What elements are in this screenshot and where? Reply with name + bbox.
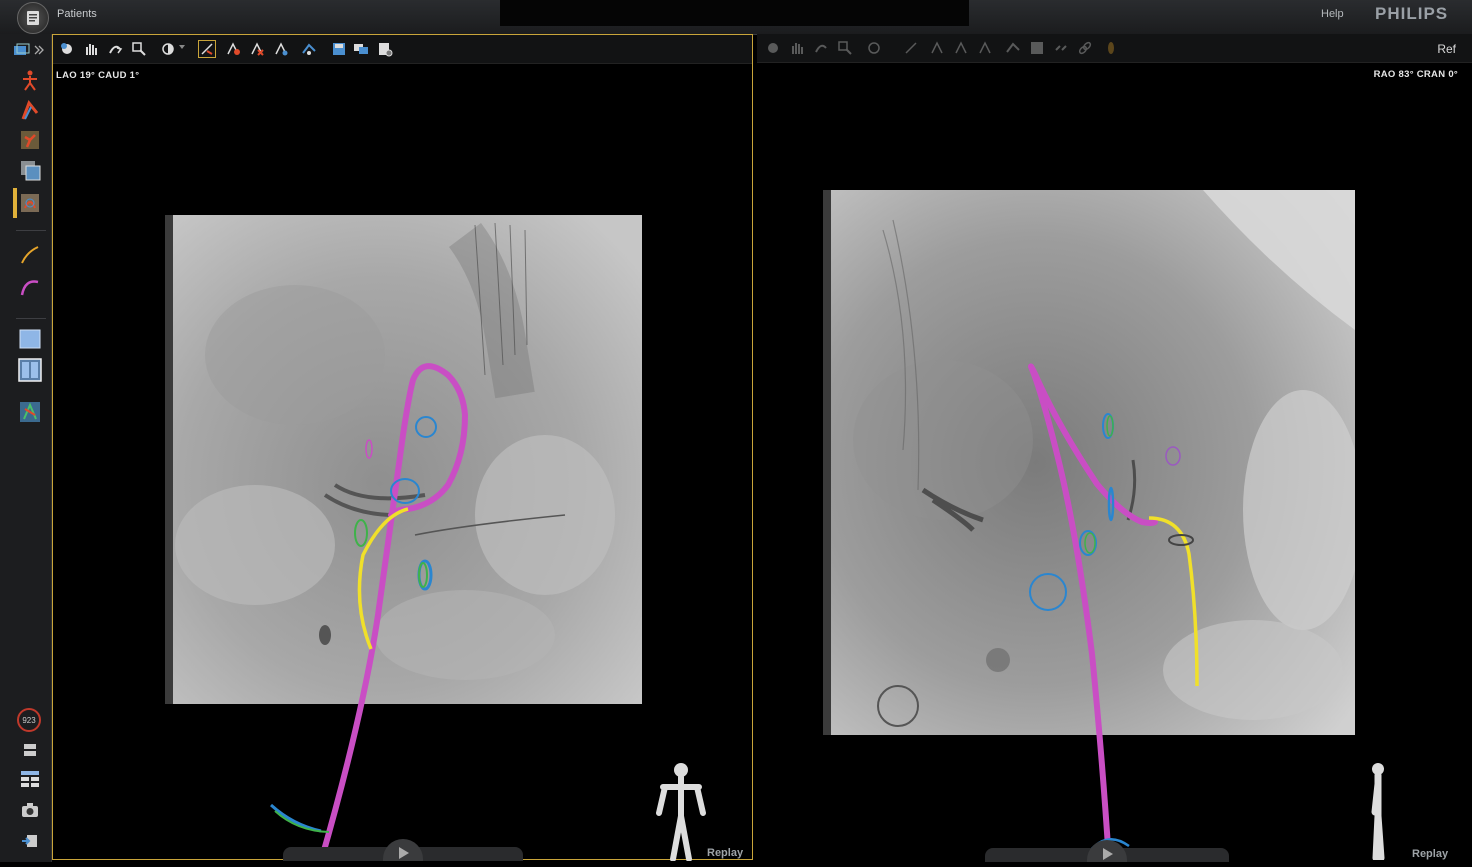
play-button[interactable] — [1087, 840, 1127, 862]
image-overlay-icon[interactable] — [18, 158, 42, 182]
device-overlay — [269, 363, 469, 861]
tool-sidebar: 923 — [0, 34, 52, 862]
run-figure-icon[interactable] — [18, 128, 42, 152]
help-link[interactable]: Help — [1321, 8, 1344, 20]
draw-line-icon[interactable] — [18, 243, 42, 267]
marker-ring — [415, 416, 437, 438]
dose-counter: 923 — [17, 708, 41, 732]
anatomy-figure-icon[interactable] — [18, 68, 42, 92]
reconstruct-3d-icon[interactable] — [18, 400, 42, 424]
replay-label[interactable]: Replay — [707, 847, 743, 859]
marker-ring — [269, 803, 322, 833]
title-area — [500, 0, 969, 26]
patient-orientation-figure — [1363, 760, 1393, 865]
patients-link[interactable]: Patients — [57, 8, 97, 20]
layers-icon[interactable] — [10, 38, 34, 62]
catheter-path — [1028, 363, 1158, 862]
top-bar: Patients Help PHILIPS — [0, 0, 1472, 35]
marker-ring — [1165, 446, 1181, 466]
3d-roadmap-icon[interactable] — [18, 191, 42, 215]
left-viewport[interactable]: LAO 19° CAUD 1° Replay — [52, 34, 753, 862]
replay-label[interactable]: Replay — [1412, 848, 1448, 860]
marker-ring — [365, 439, 373, 459]
home-button[interactable] — [17, 2, 49, 34]
expand-chevron-icon[interactable] — [32, 38, 46, 62]
dual-view-layout-icon[interactable] — [18, 358, 42, 382]
marker-ring — [1084, 532, 1096, 554]
patient-list-icon — [27, 11, 39, 25]
export-icon[interactable] — [18, 829, 42, 853]
marker-ring — [1107, 486, 1115, 522]
draw-curve-icon[interactable] — [18, 275, 42, 299]
play-button[interactable] — [383, 839, 423, 861]
catheter-path — [318, 363, 469, 861]
storage-icon[interactable] — [18, 738, 42, 762]
patient-orientation-figure — [653, 761, 709, 866]
grid-layout-icon[interactable] — [18, 767, 42, 791]
sidebar-divider — [16, 318, 46, 319]
brand-logo: PHILIPS — [1375, 4, 1449, 23]
single-view-layout-icon[interactable] — [18, 327, 42, 351]
marker-ring — [354, 519, 368, 547]
camera-icon[interactable] — [18, 798, 42, 822]
active-tool-indicator — [13, 188, 17, 218]
right-viewport[interactable]: Ref RAO 83° CRAN 0° Replay — [757, 34, 1472, 862]
vessel-segment-icon[interactable] — [18, 98, 42, 122]
device-overlay — [1028, 363, 1199, 862]
marker-ring — [1029, 573, 1067, 611]
sidebar-divider — [16, 230, 46, 231]
